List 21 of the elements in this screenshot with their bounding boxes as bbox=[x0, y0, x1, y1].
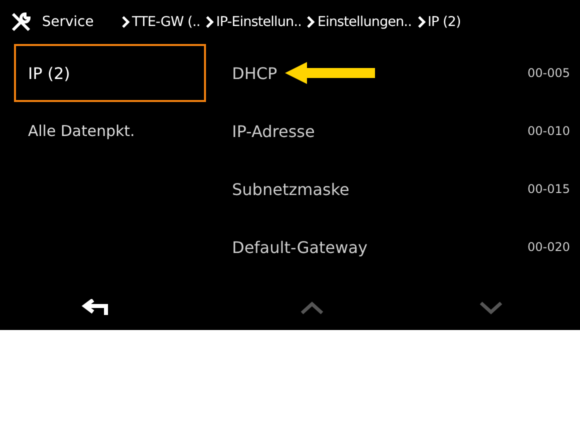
list-item-label[interactable]: DHCP bbox=[232, 64, 278, 82]
chevron-right-icon bbox=[206, 16, 214, 28]
list-item-label[interactable]: Default-Gateway bbox=[232, 238, 368, 256]
chevron-right-icon bbox=[307, 16, 316, 28]
breadcrumb-link[interactable]: Einstellungen.. bbox=[317, 14, 412, 30]
chevron-right-icon bbox=[418, 16, 426, 28]
chevron-right-icon bbox=[122, 16, 130, 28]
breadcrumb-link[interactable]: IP-Einstellun.. bbox=[216, 14, 302, 30]
service-title: Service bbox=[42, 14, 95, 30]
breadcrumb-link[interactable]: TTE-GW (.. bbox=[132, 14, 200, 30]
sidebar-item[interactable]: IP (2) bbox=[14, 44, 206, 102]
back-button[interactable] bbox=[80, 299, 108, 317]
list-item-label[interactable]: IP-Adresse bbox=[232, 122, 315, 140]
list-item-label[interactable]: Subnetzmaske bbox=[232, 180, 350, 198]
item-code: 00-015 bbox=[527, 182, 570, 196]
breadcrumb-link[interactable]: IP (2) bbox=[428, 14, 461, 30]
sidebar-item[interactable]: Alle Datenpkt. bbox=[14, 102, 206, 160]
item-code: 00-010 bbox=[527, 124, 570, 138]
item-code: 00-005 bbox=[527, 66, 570, 80]
item-code: 00-020 bbox=[527, 240, 570, 254]
tools-icon bbox=[10, 11, 32, 33]
